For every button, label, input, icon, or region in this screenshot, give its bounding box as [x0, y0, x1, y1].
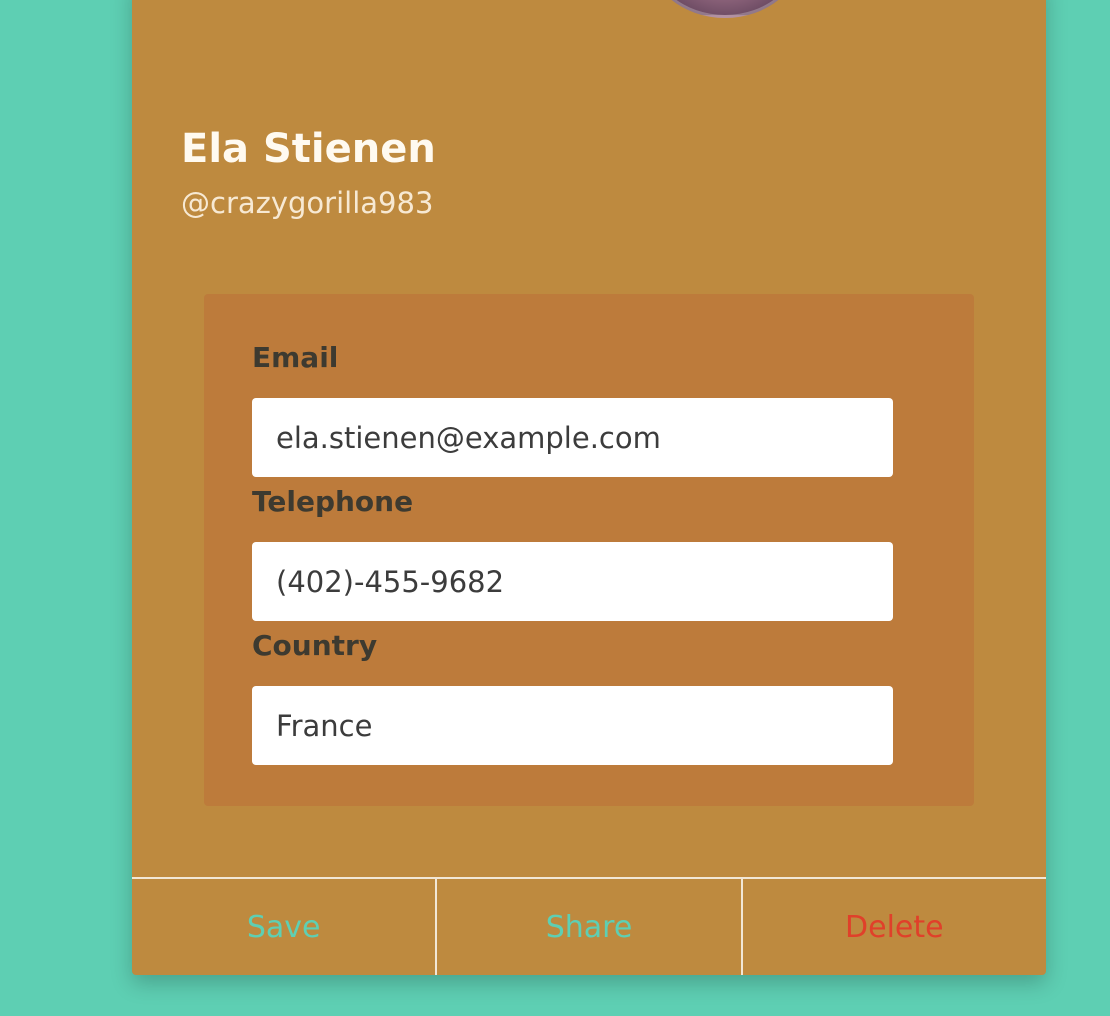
save-button[interactable]: Save — [132, 879, 435, 975]
delete-button[interactable]: Delete — [740, 879, 1046, 975]
telephone-label: Telephone — [252, 485, 414, 518]
country-field[interactable] — [252, 686, 893, 765]
avatar — [647, 0, 803, 18]
action-bar: Save Share Delete — [132, 877, 1046, 975]
profile-handle: @crazygorilla983 — [181, 186, 434, 220]
email-label: Email — [252, 341, 339, 374]
email-field[interactable] — [252, 398, 893, 477]
profile-name: Ela Stienen — [181, 126, 436, 172]
share-button[interactable]: Share — [435, 879, 740, 975]
country-label: Country — [252, 629, 378, 662]
telephone-field[interactable] — [252, 542, 893, 621]
